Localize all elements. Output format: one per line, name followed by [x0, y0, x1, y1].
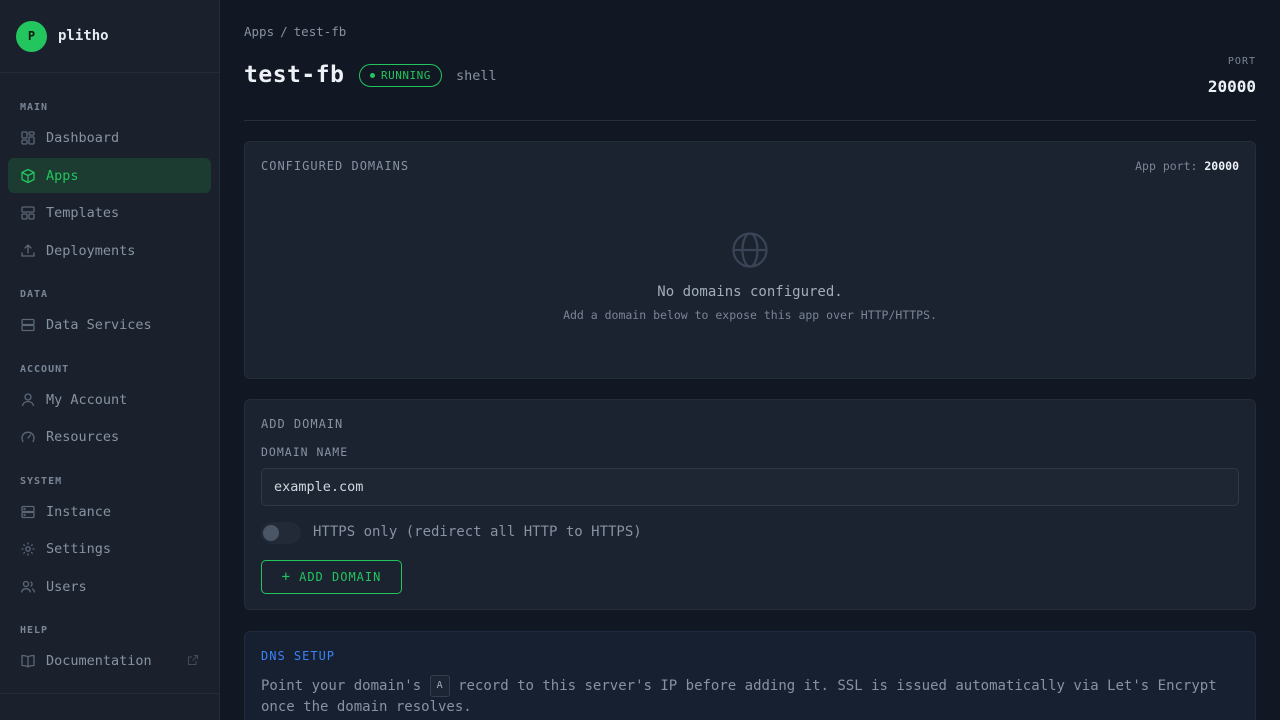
sidebar-item-label: Data Services: [46, 316, 152, 333]
globe-icon: [731, 231, 769, 269]
https-only-toggle[interactable]: [261, 522, 301, 544]
add-domain-button[interactable]: + ADD DOMAIN: [261, 560, 402, 594]
dashboard-icon: [20, 130, 36, 146]
app-type: shell: [456, 68, 497, 84]
add-domain-card: ADD DOMAIN DOMAIN NAME HTTPS only (redir…: [244, 399, 1256, 610]
nav-heading-system: SYSTEM: [20, 476, 63, 487]
sidebar-item-templates[interactable]: Templates: [8, 195, 211, 230]
gear-icon: [20, 541, 36, 557]
add-domain-button-label: ADD DOMAIN: [299, 570, 382, 584]
sidebar-item-users[interactable]: Users: [8, 569, 211, 604]
nav-heading-account: ACCOUNT: [20, 364, 70, 375]
header-divider: [244, 120, 1256, 121]
sidebar-item-label: Resources: [46, 428, 120, 445]
templates-icon: [20, 205, 36, 221]
breadcrumb-current: test-fb: [293, 24, 347, 39]
dns-text-before: Point your domain's: [261, 678, 422, 694]
sidebar-item-label: Dashboard: [46, 129, 120, 146]
configured-domains-card: CONFIGURED DOMAINS App port: 20000 No do…: [244, 141, 1256, 379]
port-value: 20000: [1207, 77, 1256, 96]
nav-heading-help: HELP: [20, 625, 49, 636]
plus-icon: +: [281, 569, 292, 585]
breadcrumb-separator: /: [280, 24, 288, 39]
box-icon: [20, 168, 36, 184]
card-title: CONFIGURED DOMAINS: [261, 159, 410, 173]
nav-heading-main: MAIN: [20, 102, 49, 113]
sidebar-item-label: Deployments: [46, 242, 136, 259]
brand-name: plitho: [58, 28, 109, 44]
dns-setup-card: DNS SETUP Point your domain's A record t…: [244, 631, 1256, 720]
sidebar-item-data-services[interactable]: Data Services: [8, 307, 211, 342]
sidebar-item-label: Documentation: [46, 652, 152, 669]
sidebar-item-settings[interactable]: Settings: [8, 531, 211, 566]
status-text: RUNNING: [381, 69, 431, 82]
status-badge: RUNNING: [359, 64, 442, 87]
empty-state-title: No domains configured.: [657, 284, 843, 300]
sidebar-item-apps[interactable]: Apps: [8, 158, 211, 193]
dns-setup-text: Point your domain's A record to this ser…: [261, 675, 1246, 717]
domain-name-input[interactable]: [261, 468, 1239, 506]
sidebar-item-label: My Account: [46, 391, 128, 408]
empty-state-subtitle: Add a domain below to expose this app ov…: [563, 308, 937, 322]
dns-setup-title: DNS SETUP: [261, 649, 336, 663]
server-icon: [20, 504, 36, 520]
brand-avatar: P: [16, 20, 47, 52]
breadcrumb-apps-link[interactable]: Apps: [244, 24, 274, 39]
upload-icon: [20, 243, 36, 259]
brand[interactable]: P plitho: [0, 0, 219, 73]
card-title: ADD DOMAIN: [261, 417, 344, 431]
sidebar-item-documentation[interactable]: Documentation: [8, 643, 211, 678]
sidebar-item-label: Settings: [46, 540, 112, 557]
sidebar-divider: [0, 693, 219, 694]
app-port-label: App port:: [1135, 159, 1198, 173]
database-icon: [20, 317, 36, 333]
sidebar-item-instance[interactable]: Instance: [8, 494, 211, 529]
sidebar: P plitho MAIN Dashboard Apps Templates D…: [0, 0, 220, 720]
book-icon: [20, 653, 36, 669]
app-port-value: 20000: [1204, 159, 1239, 173]
breadcrumb: Apps / test-fb: [244, 24, 346, 39]
domain-name-label: DOMAIN NAME: [261, 445, 349, 459]
users-icon: [20, 579, 36, 595]
nav-heading-data: DATA: [20, 289, 49, 300]
sidebar-item-my-account[interactable]: My Account: [8, 382, 211, 417]
sidebar-item-label: Templates: [46, 204, 120, 221]
sidebar-item-resources[interactable]: Resources: [8, 419, 211, 454]
sidebar-item-label: Instance: [46, 503, 112, 520]
user-icon: [20, 392, 36, 408]
sidebar-item-label: Apps: [46, 167, 79, 184]
external-link-icon: [187, 654, 199, 666]
https-only-label[interactable]: HTTPS only (redirect all HTTP to HTTPS): [313, 524, 642, 540]
toggle-knob: [263, 525, 279, 541]
sidebar-item-deployments[interactable]: Deployments: [8, 233, 211, 268]
sidebar-item-dashboard[interactable]: Dashboard: [8, 120, 211, 155]
app-port: App port: 20000: [1135, 159, 1239, 173]
gauge-icon: [20, 429, 36, 445]
page-title: test-fb: [244, 62, 345, 88]
port-label: PORT: [1227, 56, 1256, 67]
sidebar-item-label: Users: [46, 578, 87, 595]
status-dot-icon: [370, 73, 375, 78]
record-type-badge: A: [429, 675, 450, 697]
